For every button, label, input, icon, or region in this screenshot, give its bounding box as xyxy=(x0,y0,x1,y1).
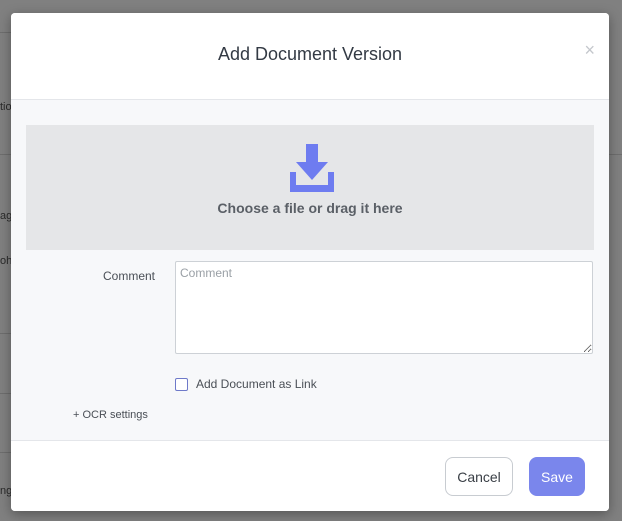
cancel-button[interactable]: Cancel xyxy=(445,457,513,496)
add-as-link-option[interactable]: Add Document as Link xyxy=(175,377,317,391)
dropzone-label: Choose a file or drag it here xyxy=(217,200,403,216)
comment-field[interactable] xyxy=(175,261,593,354)
close-icon[interactable]: × xyxy=(584,41,595,59)
add-as-link-checkbox[interactable] xyxy=(175,377,188,391)
background-divider xyxy=(608,154,622,155)
dialog-footer: Cancel Save xyxy=(11,440,609,511)
download-icon xyxy=(290,144,334,192)
save-button[interactable]: Save xyxy=(529,457,585,496)
ocr-settings-toggle[interactable]: + OCR settings xyxy=(73,409,148,421)
dialog-title: Add Document Version xyxy=(217,44,403,64)
add-as-link-label[interactable]: Add Document as Link xyxy=(196,377,317,391)
add-document-version-dialog: Add Document Version × Choose a file or … xyxy=(11,13,609,511)
dialog-body: Choose a file or drag it here Comment Ad… xyxy=(11,100,609,440)
dialog-header: Add Document Version × xyxy=(11,13,609,100)
comment-label: Comment xyxy=(103,269,156,283)
file-dropzone[interactable]: Choose a file or drag it here xyxy=(26,125,594,250)
